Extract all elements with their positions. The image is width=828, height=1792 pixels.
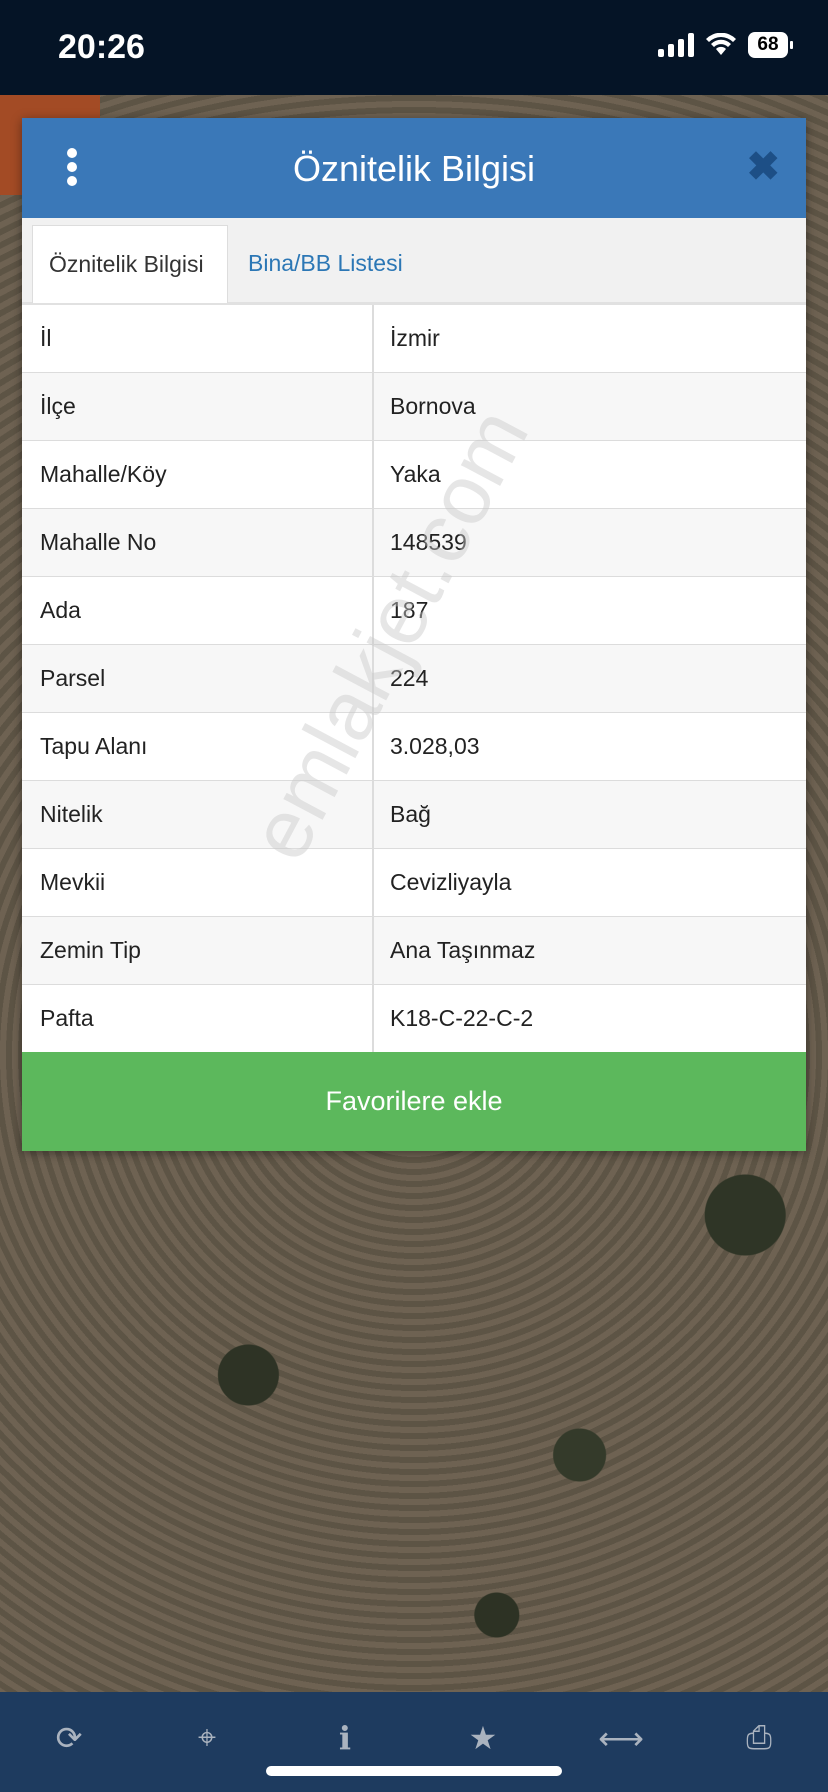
row-key: İl bbox=[22, 305, 374, 372]
table-row: Mahalle No 148539 bbox=[22, 509, 806, 577]
table-row: Pafta K18-C-22-C-2 bbox=[22, 985, 806, 1053]
table-row: İlçe Bornova bbox=[22, 373, 806, 441]
row-value: Bornova bbox=[390, 393, 476, 419]
table-row: Mahalle/Köy Yaka bbox=[22, 441, 806, 509]
attribute-table: İl İzmir İlçe Bornova Mahalle/Köy Yaka Maha… bbox=[22, 305, 806, 1053]
row-key: Mevkii bbox=[22, 849, 374, 916]
wifi-icon bbox=[706, 33, 736, 55]
tab-bar: Öznitelik Bilgisi Bina/BB Listesi bbox=[22, 218, 806, 305]
table-row: Parsel 224 bbox=[22, 645, 806, 713]
star-icon[interactable]: ★ bbox=[453, 1719, 513, 1757]
table-row: Ada 187 bbox=[22, 577, 806, 645]
row-value: Ana Taşınmaz bbox=[390, 937, 536, 963]
row-value: İzmir bbox=[390, 325, 440, 351]
table-row: Mevkii Cevizliyayla bbox=[22, 849, 806, 917]
table-row: Nitelik Bağ bbox=[22, 781, 806, 849]
row-key: Pafta bbox=[22, 985, 374, 1052]
row-key: Ada bbox=[22, 577, 374, 644]
row-key: Tapu Alanı bbox=[22, 713, 374, 780]
row-key: İlçe bbox=[22, 373, 374, 440]
status-icons: 68 bbox=[658, 32, 793, 58]
row-key: Nitelik bbox=[22, 781, 374, 848]
attribute-info-panel: Öznitelik Bilgisi ✖ Öznitelik Bilgisi Bi… bbox=[22, 118, 806, 1151]
row-value: 224 bbox=[390, 665, 429, 691]
table-row: Zemin Tip Ana Taşınmaz bbox=[22, 917, 806, 985]
table-row: Tapu Alanı 3.028,03 bbox=[22, 713, 806, 781]
row-value: Yaka bbox=[390, 461, 441, 487]
row-key: Zemin Tip bbox=[22, 917, 374, 984]
refresh-icon[interactable]: ⟳ bbox=[39, 1719, 99, 1757]
row-value: 187 bbox=[390, 597, 429, 623]
row-key: Mahalle/Köy bbox=[22, 441, 374, 508]
table-row: İl İzmir bbox=[22, 305, 806, 373]
tab-attribute-info[interactable]: Öznitelik Bilgisi bbox=[32, 225, 228, 303]
add-to-favorites-button[interactable]: Favorilere ekle bbox=[22, 1052, 806, 1151]
info-icon[interactable]: i bbox=[315, 1719, 375, 1757]
row-value: Cevizliyayla bbox=[390, 869, 512, 895]
row-value: 3.028,03 bbox=[390, 733, 480, 759]
tab-building-list[interactable]: Bina/BB Listesi bbox=[232, 225, 419, 302]
bottom-toolbar: ⟳ ⌖ i ★ ⟷ ⎙ bbox=[0, 1692, 828, 1792]
row-value: K18-C-22-C-2 bbox=[390, 1005, 534, 1031]
row-value: 148539 bbox=[390, 529, 467, 555]
close-icon[interactable]: ✖ bbox=[746, 144, 780, 190]
row-value: Bağ bbox=[390, 801, 431, 827]
measure-icon[interactable]: ⟷ bbox=[591, 1719, 651, 1757]
battery-icon: 68 bbox=[748, 32, 793, 58]
cellular-signal-icon bbox=[658, 33, 694, 57]
row-key: Mahalle No bbox=[22, 509, 374, 576]
panel-title: Öznitelik Bilgisi bbox=[292, 148, 536, 189]
home-indicator bbox=[266, 1766, 562, 1776]
print-icon[interactable]: ⎙ bbox=[729, 1719, 789, 1757]
row-key: Parsel bbox=[22, 645, 374, 712]
crosshair-icon[interactable]: ⌖ bbox=[177, 1719, 237, 1757]
status-bar: 20:26 68 bbox=[0, 0, 828, 95]
panel-header: Öznitelik Bilgisi ✖ bbox=[22, 118, 806, 218]
status-time: 20:26 bbox=[58, 28, 145, 66]
